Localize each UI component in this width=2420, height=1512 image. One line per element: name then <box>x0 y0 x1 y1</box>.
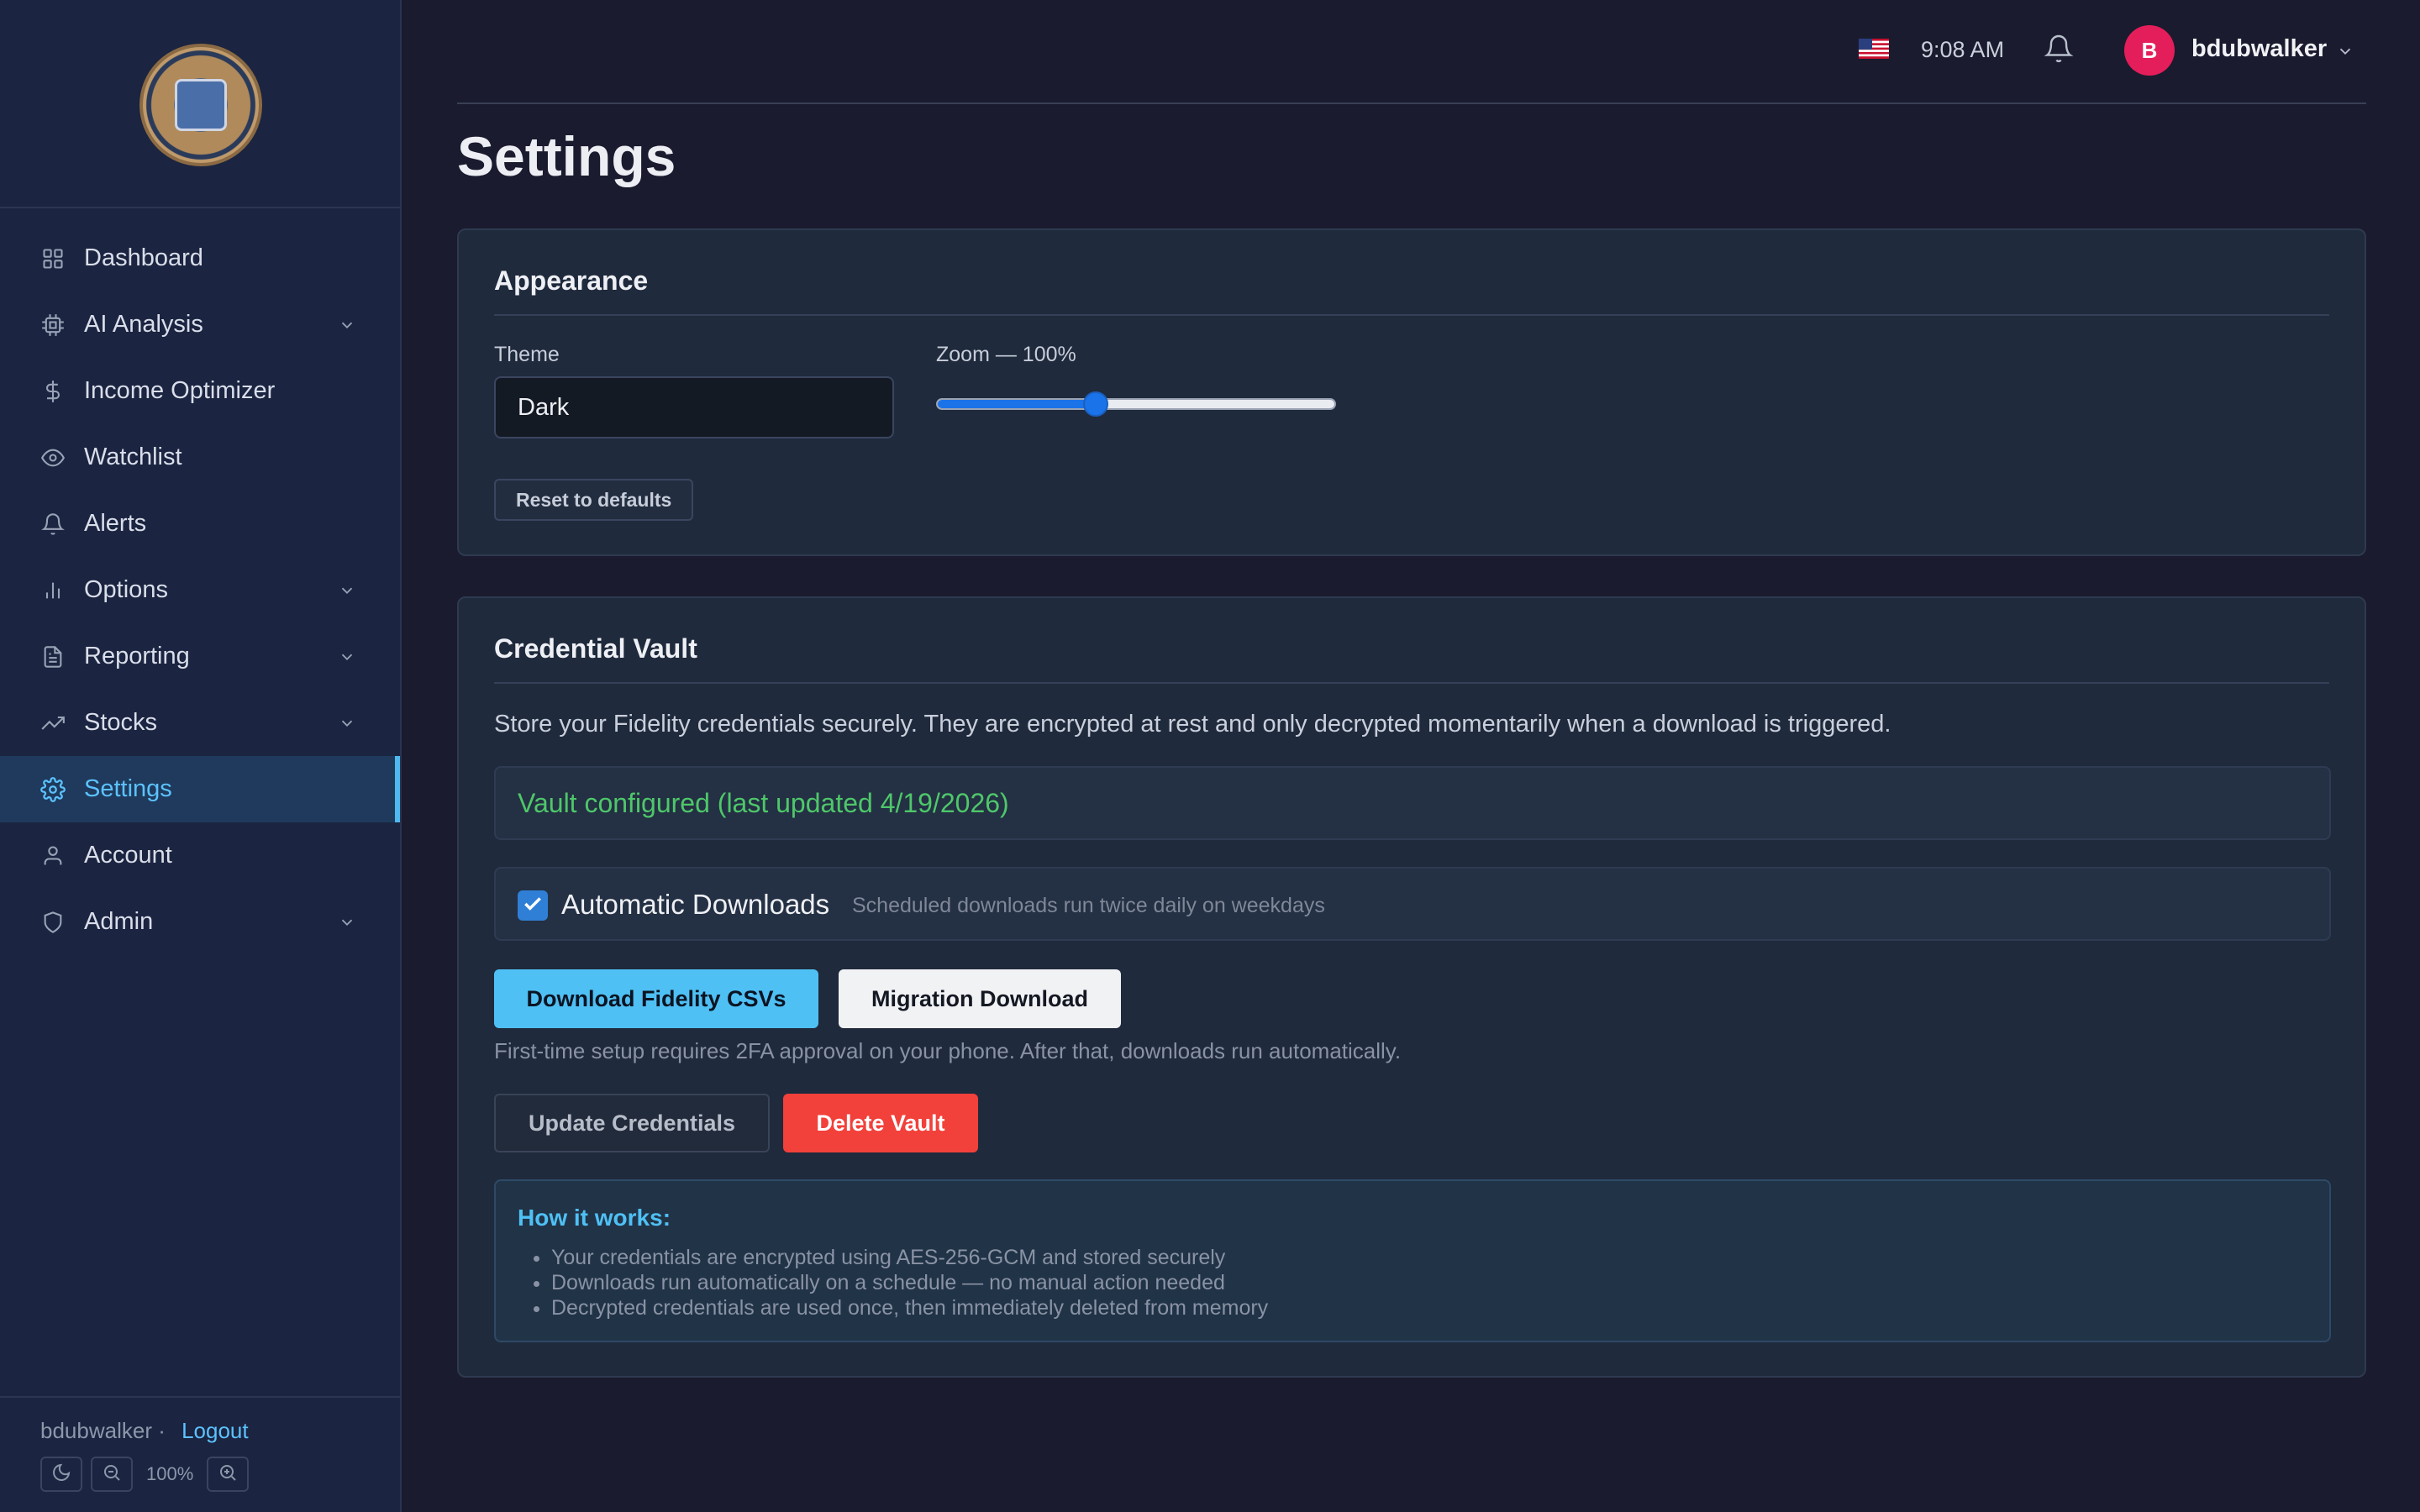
logout-link[interactable]: Logout <box>182 1418 249 1443</box>
sidebar-controls: 100% <box>40 1457 250 1492</box>
vault-title: Credential Vault <box>494 633 697 664</box>
sidebar-item-admin[interactable]: Admin <box>0 889 400 955</box>
sidebar-item-label: Watchlist <box>84 444 182 470</box>
download-fidelity-csvs-button[interactable]: Download Fidelity CSVs <box>494 969 818 1028</box>
top-bar: 9:08 AM B bdubwalker <box>457 0 2366 104</box>
sidebar-item-label: Alerts <box>84 510 147 537</box>
sidebar-item-label: AI Analysis <box>84 311 203 338</box>
update-credentials-button[interactable]: Update Credentials <box>494 1094 770 1152</box>
app-logo[interactable] <box>139 44 262 166</box>
zoom-in-button[interactable] <box>207 1457 250 1492</box>
sidebar-item-label: Settings <box>84 775 172 802</box>
zoom-slider-handle[interactable] <box>1083 391 1109 417</box>
user-menu-name[interactable]: bdubwalker <box>2191 35 2327 63</box>
appearance-card: Appearance Theme Dark Zoom — 100% Reset … <box>457 228 2366 556</box>
sidebar-nav: Dashboard AI Analysis Income Optimizer W… <box>0 208 400 955</box>
trending-up-icon <box>40 711 66 736</box>
sidebar-item-account[interactable]: Account <box>0 822 400 889</box>
chevron-down-icon <box>338 911 356 938</box>
delete-vault-button[interactable]: Delete Vault <box>783 1094 978 1152</box>
notifications-bell-icon[interactable] <box>2044 34 2074 68</box>
divider <box>494 314 2329 316</box>
sidebar-footer: bdubwalker · Logout 100% <box>0 1396 400 1512</box>
appearance-title: Appearance <box>494 265 649 296</box>
sidebar-item-label: Admin <box>84 908 154 935</box>
sidebar-item-watchlist[interactable]: Watchlist <box>0 424 400 491</box>
us-flag-icon[interactable] <box>1859 39 1889 59</box>
sidebar: Dashboard AI Analysis Income Optimizer W… <box>0 0 402 1512</box>
vault-status: Vault configured (last updated 4/19/2026… <box>494 766 2331 840</box>
user-icon <box>40 843 66 869</box>
moon-icon <box>51 1462 71 1487</box>
how-it-works-list: Your credentials are encrypted using AES… <box>518 1245 1268 1320</box>
automatic-downloads-checkbox[interactable] <box>518 890 548 921</box>
sidebar-item-dashboard[interactable]: Dashboard <box>0 225 400 291</box>
zoom-label: Zoom — 100% <box>936 343 1076 366</box>
theme-select[interactable]: Dark <box>494 376 894 438</box>
shield-icon <box>40 910 66 935</box>
sidebar-item-ai-analysis[interactable]: AI Analysis <box>0 291 400 358</box>
how-it-works-box: How it works: Your credentials are encry… <box>494 1179 2331 1342</box>
chevron-down-icon <box>338 645 356 673</box>
sidebar-item-label: Account <box>84 842 172 869</box>
bell-icon <box>40 512 66 537</box>
zoom-in-icon <box>218 1462 238 1487</box>
list-item: Downloads run automatically on a schedul… <box>551 1270 1268 1295</box>
sidebar-item-options[interactable]: Options <box>0 557 400 623</box>
sidebar-item-label: Reporting <box>84 643 190 669</box>
check-icon <box>522 893 544 919</box>
page-title: Settings <box>457 125 676 187</box>
zoom-out-button[interactable] <box>91 1457 133 1492</box>
reset-defaults-button[interactable]: Reset to defaults <box>494 479 694 521</box>
theme-label: Theme <box>494 343 560 366</box>
dollar-icon <box>40 379 66 404</box>
zoom-level: 100% <box>146 1463 194 1484</box>
setup-note: First-time setup requires 2FA approval o… <box>494 1038 1402 1063</box>
avatar[interactable]: B <box>2124 25 2175 76</box>
file-text-icon <box>40 644 66 669</box>
chevron-down-icon <box>338 579 356 606</box>
migration-download-button[interactable]: Migration Download <box>839 969 1121 1028</box>
logo-area <box>0 0 400 208</box>
list-item: Decrypted credentials are used once, the… <box>551 1295 1268 1320</box>
sidebar-username: bdubwalker · <box>40 1418 166 1443</box>
sidebar-item-reporting[interactable]: Reporting <box>0 623 400 690</box>
chevron-down-icon <box>338 313 356 341</box>
list-item: Your credentials are encrypted using AES… <box>551 1245 1268 1270</box>
sidebar-item-label: Stocks <box>84 709 158 736</box>
how-it-works-title: How it works: <box>518 1205 671 1231</box>
automatic-downloads-hint: Scheduled downloads run twice daily on w… <box>852 894 1325 917</box>
zoom-out-icon <box>102 1462 122 1487</box>
sidebar-item-label: Income Optimizer <box>84 377 276 404</box>
zoom-slider-fill <box>938 400 1097 408</box>
theme-toggle-button[interactable] <box>40 1457 82 1492</box>
grid-icon <box>40 246 66 271</box>
credential-vault-card: Credential Vault Store your Fidelity cre… <box>457 596 2366 1378</box>
chevron-down-icon <box>338 711 356 739</box>
zoom-slider[interactable] <box>936 398 1336 410</box>
eye-icon <box>40 445 66 470</box>
automatic-downloads-label[interactable]: Automatic Downloads <box>561 889 829 921</box>
sidebar-item-settings[interactable]: Settings <box>0 756 400 822</box>
sidebar-user: bdubwalker · Logout <box>40 1418 249 1444</box>
sidebar-item-stocks[interactable]: Stocks <box>0 690 400 756</box>
clock-time: 9:08 AM <box>1921 37 2005 62</box>
automatic-downloads-row: Automatic Downloads Scheduled downloads … <box>494 867 2331 941</box>
sidebar-item-alerts[interactable]: Alerts <box>0 491 400 557</box>
vault-description: Store your Fidelity credentials securely… <box>494 711 1891 738</box>
sidebar-item-label: Options <box>84 576 168 603</box>
bar-chart-icon <box>40 578 66 603</box>
gear-icon <box>40 776 66 802</box>
divider <box>494 682 2329 684</box>
cpu-icon <box>40 312 66 338</box>
sidebar-item-label: Dashboard <box>84 244 203 271</box>
chevron-down-icon[interactable] <box>2336 42 2354 65</box>
sidebar-item-income-optimizer[interactable]: Income Optimizer <box>0 358 400 424</box>
logo-shield-icon <box>175 79 227 131</box>
